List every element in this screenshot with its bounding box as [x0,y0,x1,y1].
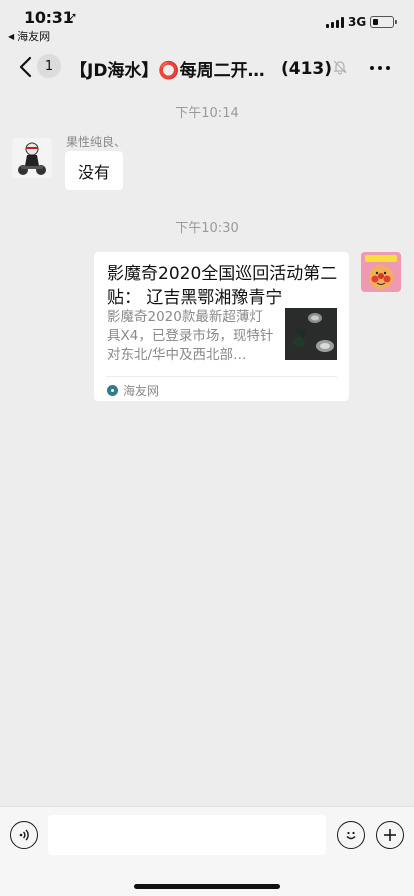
chat-nav-bar: 1 【JD海水】⭕每周二开团… (413) [0,44,414,90]
link-card-description: 影魔奇2020款最新超薄灯具X4，已登录市场，现特针对东北/华中及西北部… [107,309,274,363]
link-card[interactable]: 影魔奇2020全国巡回活动第二贴： 辽吉黑鄂湘豫青宁 影魔奇2020款最新超薄灯… [94,252,349,401]
mute-bell-icon [333,60,347,75]
unread-count-badge[interactable]: 1 [37,54,61,78]
link-card-title: 影魔奇2020全国巡回活动第二贴： 辽吉黑鄂湘豫青宁 [107,264,338,308]
sender-name: 果性纯良、 [66,135,127,149]
time-label: 下午10:30 [175,221,239,236]
member-count: (413) [280,58,332,79]
battery-icon [370,16,397,28]
sender-avatar[interactable] [12,138,52,178]
network-type: 3G [348,15,367,29]
message-input[interactable] [48,815,326,855]
back-triangle-icon: ◀ [8,31,15,41]
chat-title-text: 【JD海水】⭕每周二开团… [70,61,279,81]
back-chevron-icon [19,56,32,78]
chat-title[interactable]: 【JD海水】⭕每周二开团… (413) [70,56,332,82]
message-bubble[interactable]: 没有 [65,151,124,190]
back-to-app-link[interactable]: ◀ 海友网 [8,28,50,44]
card-divider [106,376,337,377]
emoji-icon [346,831,356,840]
more-icon[interactable] [370,66,390,70]
status-bar: 10:31 ➚ ◀ 海友网 3G [0,0,414,44]
signal-icon [326,17,344,28]
lamp-product-image [285,308,337,360]
cartoon-anpanman-avatar-icon [361,252,401,292]
motorcycle-rider-avatar-icon [12,138,52,178]
source-name: 海友网 [123,384,160,398]
back-app-label: 海友网 [17,30,51,43]
my-avatar[interactable] [361,252,401,292]
status-time: 10:31 [24,8,74,27]
battery-fill [372,18,378,25]
link-card-source: 海友网 [107,382,159,399]
plus-button[interactable] [376,821,404,849]
source-icon [107,385,118,396]
back-button[interactable] [14,54,36,80]
chat-input-bar [0,806,414,896]
emoji-button[interactable] [337,821,365,849]
time-label: 下午10:14 [175,106,239,121]
voice-icon [19,829,29,841]
plus-icon [384,829,396,841]
location-arrow-icon: ➚ [68,10,78,23]
voice-button[interactable] [10,821,38,849]
home-indicator[interactable] [134,884,280,889]
link-card-thumbnail [285,308,337,360]
